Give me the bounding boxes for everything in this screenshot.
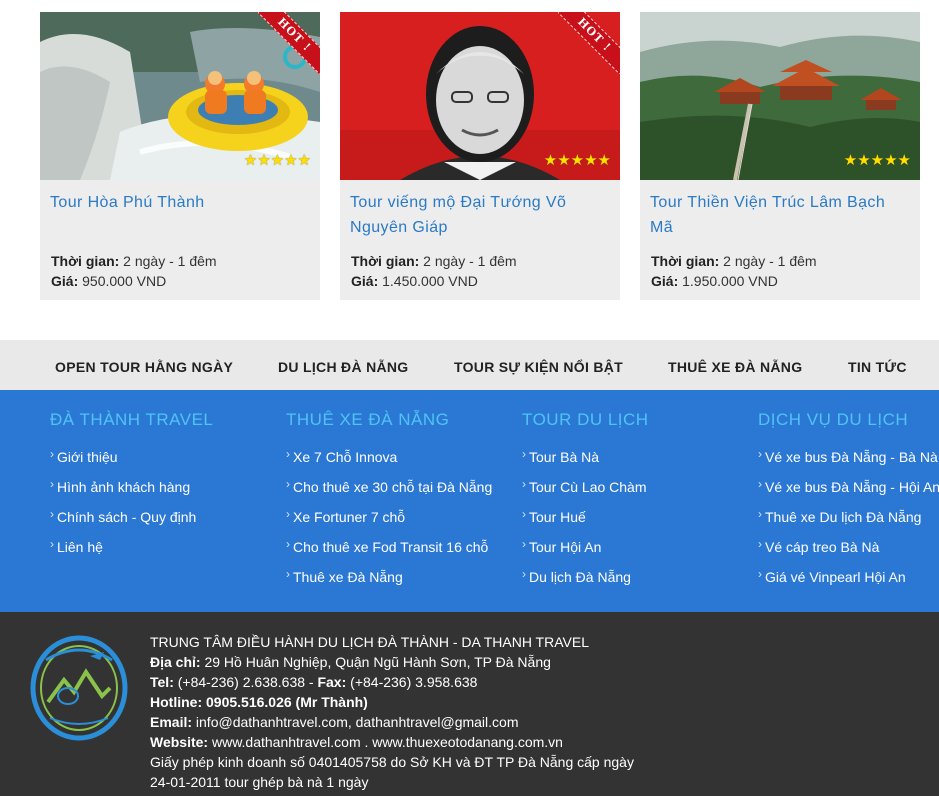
company-logo bbox=[30, 635, 128, 741]
tour-meta: Thời gian: 2 ngày - 1 đêm Giá: 950.000 V… bbox=[51, 251, 217, 291]
price-value: 1.450.000 VND bbox=[382, 273, 478, 289]
footer-link[interactable]: Tour Huế bbox=[522, 499, 649, 532]
menu-item-open-tour[interactable]: OPEN TOUR HẰNG NGÀY bbox=[55, 340, 233, 390]
email-value[interactable]: info@dathanhtravel.com, dathanhtravel@gm… bbox=[196, 714, 519, 730]
company-name: TRUNG TÂM ĐIỀU HÀNH DU LỊCH ĐÀ THÀNH - D… bbox=[150, 634, 589, 650]
menu-item-thue-xe[interactable]: THUÊ XE ĐÀ NẴNG bbox=[668, 340, 802, 390]
tour-meta: Thời gian: 2 ngày - 1 đêm Giá: 1.950.000… bbox=[651, 251, 817, 291]
tel-value: (+84-236) 2.638.638 bbox=[177, 674, 306, 690]
footer-link[interactable]: Vé xe bus Đà Nẵng - Bà Nà bbox=[758, 439, 939, 472]
footer-column-da-thanh: Đà Thành Travel Giới thiệu Hình ảnh khác… bbox=[50, 410, 213, 562]
time-value: 2 ngày - 1 đêm bbox=[723, 253, 817, 269]
hotline-value: 0905.516.026 (Mr Thành) bbox=[206, 694, 368, 710]
footer-link[interactable]: Tour Hội An bbox=[522, 529, 649, 562]
fax-label: Fax: bbox=[317, 674, 347, 690]
footer-link[interactable]: Liên hệ bbox=[50, 529, 213, 562]
price-value: 950.000 VND bbox=[82, 273, 167, 289]
footer-link[interactable]: Giá vé Vinpearl Hội An bbox=[758, 559, 939, 592]
tel-label: Tel: bbox=[150, 674, 174, 690]
tour-meta: Thời gian: 2 ngày - 1 đêm Giá: 1.450.000… bbox=[351, 251, 517, 291]
column-heading: Dịch vụ du lịch bbox=[758, 410, 909, 429]
rating-stars: ★★★★★ bbox=[843, 152, 911, 169]
price-label: Giá: bbox=[351, 273, 379, 289]
tour-card[interactable]: HOT ! ★★★★★ Tour viếng mộ Đại Tướng Võ N… bbox=[340, 12, 620, 300]
price-label: Giá: bbox=[651, 273, 679, 289]
footer-link[interactable]: Tour Cù Lao Chàm bbox=[522, 469, 649, 502]
footer-link[interactable]: Du lịch Đà Nẵng bbox=[522, 559, 649, 592]
footer-link[interactable]: Thuê xe Du lịch Đà Nẵng bbox=[758, 499, 939, 532]
tour-title-link[interactable]: Tour Hòa Phú Thành bbox=[50, 190, 312, 215]
time-label: Thời gian: bbox=[51, 253, 120, 269]
footer-link[interactable]: Hình ảnh khách hàng bbox=[50, 469, 213, 502]
footer-link[interactable]: Cho thuê xe Fod Transit 16 chỗ bbox=[286, 529, 492, 562]
column-heading: Thuê xe Đà Nẵng bbox=[286, 410, 450, 429]
footer-link[interactable]: Tour Bà Nà bbox=[522, 439, 649, 472]
footer-link[interactable]: Vé xe bus Đà Nẵng - Hội An bbox=[758, 469, 939, 502]
address-label: Địa chỉ: bbox=[150, 654, 201, 670]
time-value: 2 ngày - 1 đêm bbox=[423, 253, 517, 269]
address-value: 29 Hồ Huân Nghiệp, Quận Ngũ Hành Sơn, TP… bbox=[204, 654, 551, 670]
time-value: 2 ngày - 1 đêm bbox=[123, 253, 217, 269]
footer-link[interactable]: Chính sách - Quy định bbox=[50, 499, 213, 532]
footer-column-thue-xe: Thuê xe Đà Nẵng Xe 7 Chỗ Innova Cho thuê… bbox=[286, 410, 492, 592]
time-label: Thời gian: bbox=[651, 253, 720, 269]
rating-stars: ★★★★★ bbox=[543, 152, 611, 169]
hot-badge: HOT ! bbox=[558, 12, 620, 74]
tour-image[interactable]: HOT ! ★★★★★ bbox=[340, 12, 620, 180]
website-value[interactable]: www.dathanhtravel.com . www.thuexeotodan… bbox=[212, 734, 563, 750]
rating-stars: ★★★★★ bbox=[243, 152, 311, 169]
footer-menu-bar: OPEN TOUR HẰNG NGÀY DU LỊCH ĐÀ NẴNG TOUR… bbox=[0, 340, 939, 390]
website-label: Website: bbox=[150, 734, 209, 750]
company-info: TRUNG TÂM ĐIỀU HÀNH DU LỊCH ĐÀ THÀNH - D… bbox=[0, 612, 939, 796]
menu-item-du-lich-da-nang[interactable]: DU LỊCH ĐÀ NẴNG bbox=[278, 340, 409, 390]
footer-column-dich-vu: Dịch vụ du lịch Vé xe bus Đà Nẵng - Bà N… bbox=[758, 410, 939, 592]
tour-card[interactable]: ★★★★★ Tour Thiền Viện Trúc Lâm Bạch Mã T… bbox=[640, 12, 920, 300]
footer-link[interactable]: Giới thiệu bbox=[50, 439, 213, 472]
tour-image[interactable]: HOT ! ★★★★★ bbox=[40, 12, 320, 180]
tour-title-link[interactable]: Tour viếng mộ Đại Tướng Võ Nguyên Giáp bbox=[350, 190, 612, 240]
column-heading: Tour du lịch bbox=[522, 410, 649, 429]
footer-links: Đà Thành Travel Giới thiệu Hình ảnh khác… bbox=[0, 390, 939, 612]
menu-item-tin-tuc[interactable]: TIN TỨC bbox=[848, 340, 907, 390]
footer-link[interactable]: Xe Fortuner 7 chỗ bbox=[286, 499, 492, 532]
company-details: TRUNG TÂM ĐIỀU HÀNH DU LỊCH ĐÀ THÀNH - D… bbox=[150, 634, 634, 790]
email-label: Email: bbox=[150, 714, 193, 730]
fax-value: (+84-236) 3.958.638 bbox=[350, 674, 478, 690]
price-label: Giá: bbox=[51, 273, 79, 289]
tour-card[interactable]: HOT ! ★★★★★ Tour Hòa Phú Thành Thời gian… bbox=[40, 12, 320, 300]
price-value: 1.950.000 VND bbox=[682, 273, 778, 289]
footer-link[interactable]: Vé cáp treo Bà Nà bbox=[758, 529, 939, 562]
tour-title-link[interactable]: Tour Thiền Viện Trúc Lâm Bạch Mã bbox=[650, 190, 912, 240]
hotline-label: Hotline: bbox=[150, 694, 203, 710]
license-line-1: Giấy phép kinh doanh số 0401405758 do Sở… bbox=[150, 754, 634, 770]
tour-list: HOT ! ★★★★★ Tour Hòa Phú Thành Thời gian… bbox=[0, 0, 939, 340]
license-line-2: 24-01-2011 tour ghép bà nà 1 ngày bbox=[150, 774, 369, 790]
footer-link[interactable]: Thuê xe Đà Nẵng bbox=[286, 559, 492, 592]
footer-link[interactable]: Cho thuê xe 30 chỗ tại Đà Nẵng bbox=[286, 469, 492, 502]
menu-item-tour-su-kien[interactable]: TOUR SỰ KIỆN NỔI BẬT bbox=[454, 340, 623, 390]
tour-image[interactable]: ★★★★★ bbox=[640, 12, 920, 180]
time-label: Thời gian: bbox=[351, 253, 420, 269]
footer-link[interactable]: Xe 7 Chỗ Innova bbox=[286, 439, 492, 472]
footer-column-tour-du-lich: Tour du lịch Tour Bà Nà Tour Cù Lao Chàm… bbox=[522, 410, 649, 592]
hot-badge: HOT ! bbox=[258, 12, 320, 74]
column-heading: Đà Thành Travel bbox=[50, 410, 214, 429]
